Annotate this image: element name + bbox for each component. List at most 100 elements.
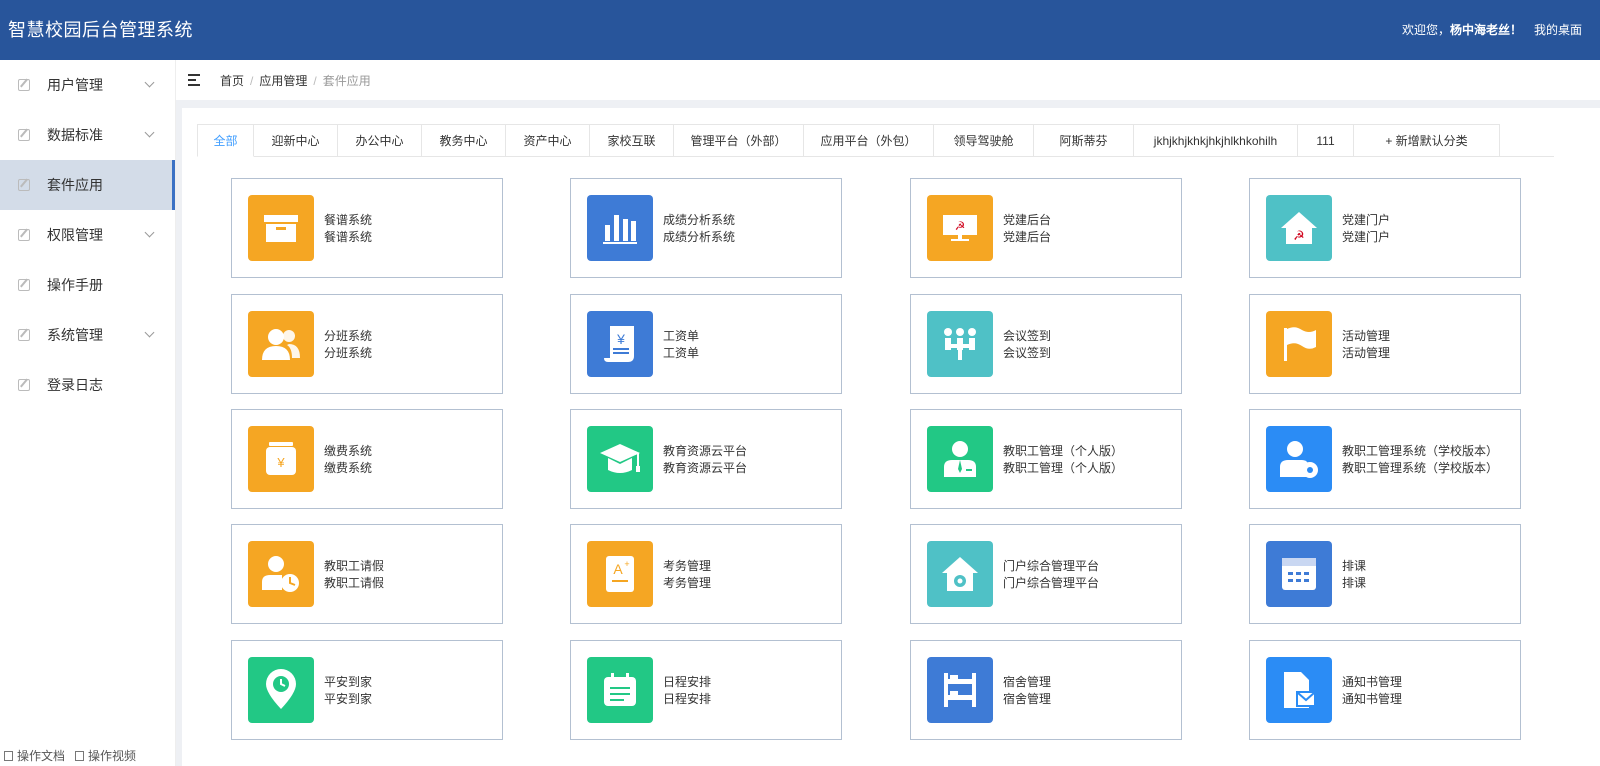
app-card[interactable]: ¥ 缴费系统 缴费系统 bbox=[231, 409, 503, 509]
sidebar-item-label: 用户管理 bbox=[47, 77, 103, 93]
app-name: 教职工管理（个人版） bbox=[1003, 444, 1124, 458]
app-card-text: 党建门户 党建门户 bbox=[1342, 212, 1390, 246]
category-tab[interactable]: 领导驾驶舱 bbox=[934, 124, 1034, 157]
category-tab[interactable]: 办公中心 bbox=[338, 124, 422, 157]
app-name: 分班系统 bbox=[324, 329, 373, 343]
house-gear-icon bbox=[927, 541, 993, 607]
breadcrumb-bar: 首页 / 应用管理 / 套件应用 bbox=[176, 60, 1600, 100]
svg-text:☭: ☭ bbox=[955, 219, 966, 233]
app-subtitle: 活动管理 bbox=[1342, 346, 1391, 360]
sidebar-item[interactable]: 操作手册 bbox=[0, 260, 175, 310]
app-name: 教职工管理系统（学校版本） bbox=[1342, 444, 1499, 458]
app-card[interactable]: 活动管理 活动管理 bbox=[1249, 294, 1521, 394]
doc-link[interactable]: 操作文档 bbox=[4, 747, 65, 764]
app-card[interactable]: A + 考务管理 考务管理 bbox=[570, 524, 842, 624]
sidebar-item[interactable]: 套件应用 bbox=[0, 160, 175, 210]
chevron-down-icon bbox=[144, 327, 155, 338]
app-subtitle: 门户综合管理平台 bbox=[1003, 576, 1100, 590]
app-card[interactable]: 平安到家 平安到家 bbox=[231, 640, 503, 740]
app-card[interactable]: 排课 排课 bbox=[1249, 524, 1521, 624]
category-tab[interactable]: 111 bbox=[1298, 124, 1354, 157]
sidebar-item[interactable]: 登录日志 bbox=[0, 360, 175, 410]
app-card-text: 教职工管理系统（学校版本） 教职工管理系统（学校版本） bbox=[1342, 443, 1498, 477]
app-card[interactable]: 教职工管理（个人版） 教职工管理（个人版） bbox=[910, 409, 1182, 509]
chevron-down-icon bbox=[144, 77, 155, 88]
svg-text:+: + bbox=[624, 559, 629, 569]
exam-icon: A + bbox=[587, 541, 653, 607]
notice-icon bbox=[1266, 657, 1332, 723]
app-card-text: 考务管理 考务管理 bbox=[663, 558, 711, 592]
sidebar-item-label: 系统管理 bbox=[47, 327, 103, 343]
box-icon bbox=[248, 195, 314, 261]
app-card-text: 排课 排课 bbox=[1342, 558, 1366, 592]
user-name[interactable]: 杨中海老丝！ bbox=[1450, 23, 1522, 37]
app-subtitle: 通知书管理 bbox=[1342, 692, 1403, 706]
video-link[interactable]: 操作视频 bbox=[75, 747, 136, 764]
svg-text:A: A bbox=[613, 561, 623, 577]
app-card[interactable]: 日程安排 日程安排 bbox=[570, 640, 842, 740]
app-subtitle: 成绩分析系统 bbox=[663, 230, 736, 244]
party-house-icon: ☭ bbox=[1266, 195, 1332, 261]
app-card[interactable]: 教职工请假 教职工请假 bbox=[231, 524, 503, 624]
category-tab[interactable]: jkhjkhjkhkjhkjhlkhkohilh bbox=[1134, 124, 1298, 157]
app-subtitle: 党建门户 bbox=[1342, 230, 1391, 244]
my-desk-link[interactable]: 我的桌面 bbox=[1534, 21, 1582, 38]
video-icon bbox=[75, 751, 85, 761]
app-name: 党建后台 bbox=[1003, 213, 1052, 227]
chevron-down-icon bbox=[144, 227, 155, 238]
app-card-text: 缴费系统 缴费系统 bbox=[324, 443, 372, 477]
calendar-icon bbox=[1266, 541, 1332, 607]
payment-icon: ¥ bbox=[248, 426, 314, 492]
edit-icon bbox=[18, 329, 30, 341]
app-card[interactable]: ☭ 党建门户 党建门户 bbox=[1249, 178, 1521, 278]
app-card[interactable]: ☭ 党建后台 党建后台 bbox=[910, 178, 1182, 278]
category-tab[interactable]: 全部 bbox=[197, 124, 254, 157]
app-card[interactable]: 餐谱系统 餐谱系统 bbox=[231, 178, 503, 278]
app-card[interactable]: 门户综合管理平台 门户综合管理平台 bbox=[910, 524, 1182, 624]
app-card-text: 活动管理 活动管理 bbox=[1342, 328, 1390, 362]
menu-toggle-icon[interactable] bbox=[188, 74, 202, 86]
location-clock-icon bbox=[248, 657, 314, 723]
category-tab[interactable]: 教务中心 bbox=[422, 124, 506, 157]
category-tab[interactable]: 资产中心 bbox=[506, 124, 590, 157]
app-name: 教职工请假 bbox=[324, 559, 385, 573]
app-name: 餐谱系统 bbox=[324, 213, 373, 227]
sidebar-item[interactable]: 用户管理 bbox=[0, 60, 175, 110]
category-tab[interactable]: 管理平台（外部） bbox=[674, 124, 804, 157]
category-tab[interactable]: 迎新中心 bbox=[254, 124, 338, 157]
app-card-text: 日程安排 日程安排 bbox=[663, 674, 711, 708]
app-subtitle: 缴费系统 bbox=[324, 461, 373, 475]
category-tab[interactable]: 家校互联 bbox=[590, 124, 674, 157]
sidebar-item[interactable]: 系统管理 bbox=[0, 310, 175, 360]
app-card[interactable]: 宿舍管理 宿舍管理 bbox=[910, 640, 1182, 740]
app-name: 党建门户 bbox=[1342, 213, 1391, 227]
app-card[interactable]: 教育资源云平台 教育资源云平台 bbox=[570, 409, 842, 509]
app-card-text: 党建后台 党建后台 bbox=[1003, 212, 1051, 246]
edit-icon bbox=[18, 179, 30, 191]
category-tab[interactable]: 应用平台（外包） bbox=[804, 124, 934, 157]
category-tab[interactable]: 阿斯蒂芬 bbox=[1034, 124, 1134, 157]
edit-icon bbox=[18, 129, 30, 141]
breadcrumb-parent[interactable]: 应用管理 bbox=[259, 74, 307, 88]
sidebar-item-label: 数据标准 bbox=[47, 127, 103, 143]
app-card[interactable]: 会议签到 会议签到 bbox=[910, 294, 1182, 394]
app-card[interactable]: 成绩分析系统 成绩分析系统 bbox=[570, 178, 842, 278]
breadcrumb-home[interactable]: 首页 bbox=[220, 74, 244, 88]
app-name: 会议签到 bbox=[1003, 329, 1052, 343]
app-card-text: 会议签到 会议签到 bbox=[1003, 328, 1051, 362]
app-card[interactable]: 分班系统 分班系统 bbox=[231, 294, 503, 394]
add-category-button[interactable]: + 新增默认分类 bbox=[1354, 124, 1500, 157]
bunk-bed-icon bbox=[927, 657, 993, 723]
sidebar-item[interactable]: 权限管理 bbox=[0, 210, 175, 260]
app-name: 考务管理 bbox=[663, 559, 712, 573]
app-name: 日程安排 bbox=[663, 675, 712, 689]
app-card[interactable]: 教职工管理系统（学校版本） 教职工管理系统（学校版本） bbox=[1249, 409, 1521, 509]
user-area: 欢迎您，杨中海老丝！ 我的桌面 bbox=[1402, 21, 1582, 38]
app-card-text: 成绩分析系统 成绩分析系统 bbox=[663, 212, 735, 246]
app-card[interactable]: 通知书管理 通知书管理 bbox=[1249, 640, 1521, 740]
sidebar-item[interactable]: 数据标准 bbox=[0, 110, 175, 160]
app-card-text: 平安到家 平安到家 bbox=[324, 674, 372, 708]
app-card[interactable]: ¥ 工资单 工资单 bbox=[570, 294, 842, 394]
breadcrumb-current: 套件应用 bbox=[322, 73, 371, 88]
app-card-text: 工资单 工资单 bbox=[663, 328, 699, 362]
